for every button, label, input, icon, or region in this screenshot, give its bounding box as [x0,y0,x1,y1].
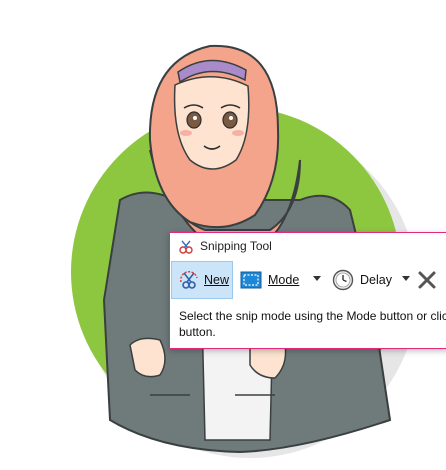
clock-icon [332,269,354,291]
window-title: Snipping Tool [200,239,272,253]
mode-dropdown-arrow[interactable] [313,276,321,281]
cancel-button[interactable] [416,261,438,299]
new-button[interactable]: New [171,261,233,299]
scissors-icon [179,240,193,254]
title-bar[interactable]: Snipping Tool [170,233,446,259]
mode-button-label: Mode [268,273,300,287]
snipping-tool-window[interactable]: Snipping Tool New Mode Delay Select the … [169,232,446,349]
delay-button[interactable]: Delay [332,261,392,299]
scissors-icon [180,271,198,289]
delay-dropdown-arrow[interactable] [402,276,410,281]
status-message-line-1: Select the snip mode using the Mode butt… [179,309,446,323]
status-message-line-2: button. [179,325,216,339]
status-message: Select the snip mode using the Mode butt… [179,308,446,340]
mode-button[interactable]: Mode [240,261,299,299]
desktop-scene: Snipping Tool New Mode Delay Select the … [0,0,446,470]
delay-button-label: Delay [360,273,392,287]
rectangle-snip-icon [240,271,262,289]
toolbar: New Mode Delay [170,261,446,299]
new-button-label: New [204,273,230,287]
close-icon [418,271,436,289]
